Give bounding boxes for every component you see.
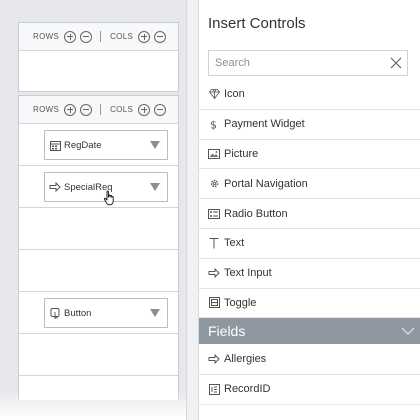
calendar-icon — [49, 139, 61, 151]
dropdown-caret-icon[interactable] — [150, 309, 160, 317]
section-toolbar: ROWS COLS — [19, 23, 178, 51]
search-box[interactable] — [208, 50, 408, 76]
control-item-portal-navigation[interactable]: Portal Navigation — [199, 169, 420, 200]
rows-label: ROWS — [33, 32, 60, 41]
hand-pointer-icon — [103, 190, 114, 206]
fields-header-label: Fields — [208, 323, 246, 339]
gear-icon — [208, 178, 220, 190]
controls-list: Icon $ Payment Widget Picture Portal Nav… — [199, 80, 420, 319]
item-label: Allergies — [224, 353, 267, 366]
clear-search-icon[interactable] — [389, 56, 403, 70]
dropdown-caret-icon[interactable] — [150, 183, 160, 191]
toolbar-divider — [100, 31, 102, 42]
insert-controls-panel: Insert Controls Icon $ Payment Widget Pi… — [198, 0, 420, 420]
fields-list: Allergies RecordID — [199, 345, 420, 405]
cols-label: COLS — [110, 32, 134, 41]
item-label: Payment Widget — [224, 118, 305, 131]
control-label: Button — [64, 307, 92, 319]
radio-button-icon — [208, 208, 220, 220]
text-input-icon — [208, 267, 220, 279]
item-label: Toggle — [224, 296, 257, 309]
svg-text:$: $ — [210, 119, 217, 131]
canvas-row — [19, 208, 178, 250]
picture-icon — [208, 148, 220, 160]
control-item-text[interactable]: Text — [199, 229, 420, 259]
control-label: RegDate — [64, 139, 102, 151]
control-item-radio-button[interactable]: Radio Button — [199, 199, 420, 229]
canvas-row: RegDate — [19, 124, 178, 166]
panel-splitter[interactable] — [186, 0, 198, 420]
item-label: Radio Button — [224, 207, 288, 220]
item-label: Text — [224, 237, 245, 250]
canvas-row — [19, 334, 178, 376]
remove-column-icon[interactable] — [154, 30, 167, 43]
text-input-icon — [208, 353, 220, 365]
section-toolbar: ROWS COLS — [19, 96, 178, 124]
text-icon — [208, 237, 220, 249]
toggle-icon — [208, 297, 220, 309]
item-label: RecordID — [224, 383, 271, 396]
item-label: Picture — [224, 147, 259, 160]
item-label: Icon — [224, 88, 245, 101]
text-input-icon — [49, 181, 61, 193]
add-row-icon[interactable] — [64, 103, 77, 116]
canvas-row: SpecialReq — [19, 166, 178, 208]
dropdown-caret-icon[interactable] — [150, 141, 160, 149]
canvas-row: Button — [19, 292, 178, 334]
canvas-fade — [0, 390, 190, 420]
control-item-payment-widget[interactable]: $ Payment Widget — [199, 110, 420, 140]
dollar-icon: $ — [208, 118, 220, 131]
fields-section-header[interactable]: Fields — [199, 318, 420, 344]
panel-title: Insert Controls — [208, 15, 306, 32]
remove-row-icon[interactable] — [80, 30, 93, 43]
diamond-icon — [208, 88, 220, 100]
button-control[interactable]: Button — [44, 298, 168, 328]
cols-label: COLS — [110, 105, 134, 114]
add-column-icon[interactable] — [138, 30, 151, 43]
field-item-recordid[interactable]: RecordID — [199, 375, 420, 405]
regdate-control[interactable]: RegDate — [44, 130, 168, 160]
control-item-text-input[interactable]: Text Input — [199, 259, 420, 289]
toolbar-divider — [100, 104, 102, 115]
search-input[interactable] — [215, 57, 375, 69]
control-item-picture[interactable]: Picture — [199, 140, 420, 170]
canvas-section-2: ROWS COLS RegDate SpecialReq Button — [18, 95, 179, 400]
id-field-icon — [208, 383, 220, 395]
rows-label: ROWS — [33, 105, 60, 114]
design-canvas: ROWS COLS ROWS COLS RegDate SpecialReq B… — [0, 0, 190, 420]
remove-column-icon[interactable] — [154, 103, 167, 116]
canvas-row — [19, 250, 178, 292]
control-item-toggle[interactable]: Toggle — [199, 289, 420, 319]
item-label: Text Input — [224, 267, 272, 280]
button-icon — [49, 307, 61, 319]
chevron-down-icon[interactable] — [401, 325, 415, 337]
canvas-section-1: ROWS COLS — [18, 22, 179, 92]
item-label: Portal Navigation — [224, 177, 308, 190]
field-item-allergies[interactable]: Allergies — [199, 345, 420, 375]
add-column-icon[interactable] — [138, 103, 151, 116]
control-item-icon[interactable]: Icon — [199, 80, 420, 110]
add-row-icon[interactable] — [64, 30, 77, 43]
remove-row-icon[interactable] — [80, 103, 93, 116]
